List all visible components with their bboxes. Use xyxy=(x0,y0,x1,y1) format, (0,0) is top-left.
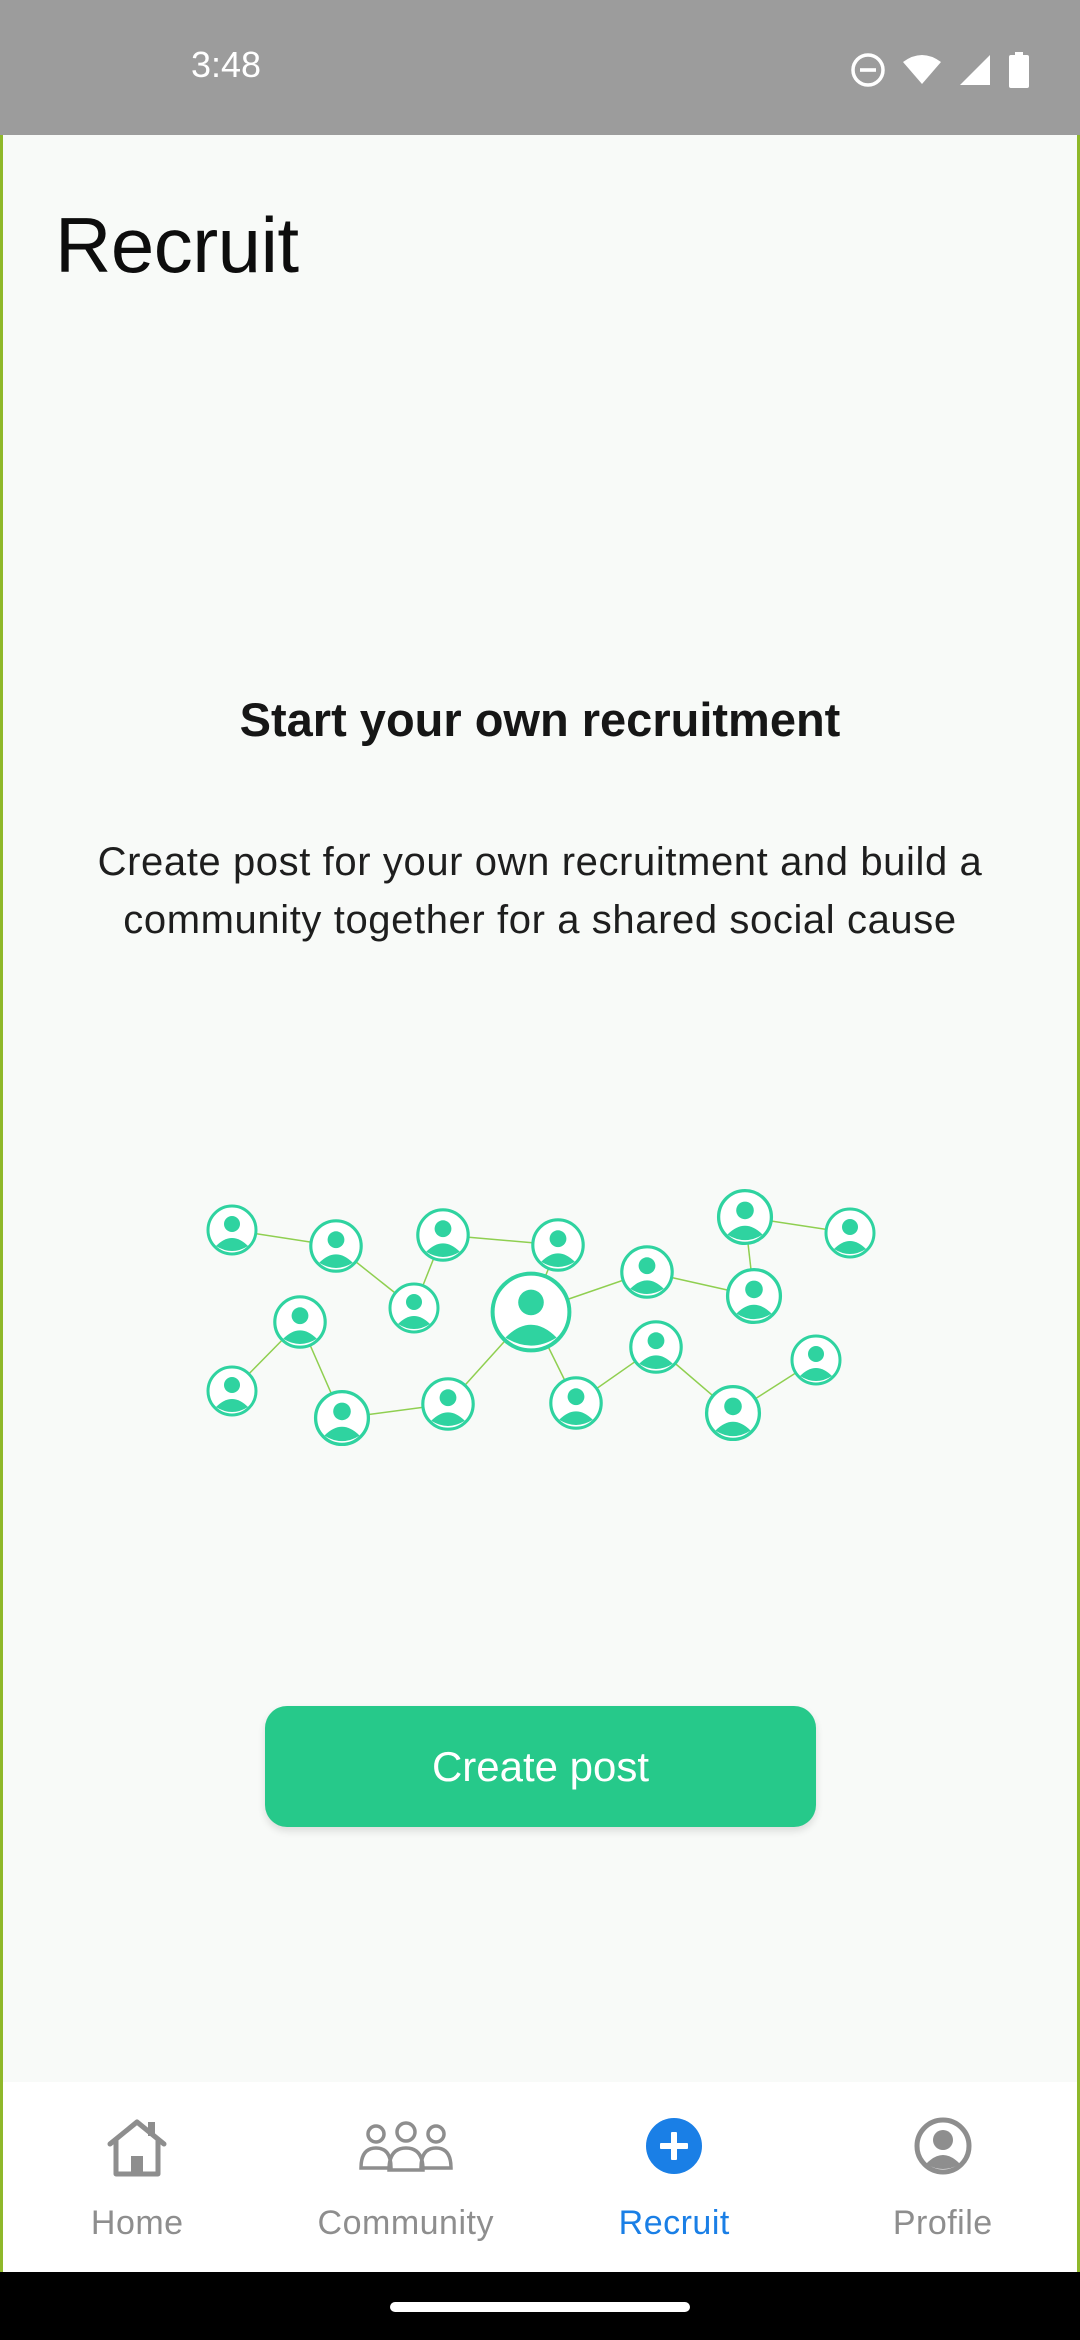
nav-item-profile[interactable]: Profile xyxy=(809,2082,1078,2272)
status-time: 3:48 xyxy=(191,44,262,85)
network-nodes xyxy=(206,1188,876,1447)
create-post-button[interactable]: Create post xyxy=(265,1706,816,1827)
system-gesture-bar xyxy=(0,2272,1080,2340)
app-screen xyxy=(0,0,1080,2272)
add-circle-icon xyxy=(646,2118,703,2174)
home-gesture-handle[interactable] xyxy=(390,2302,690,2312)
status-bar: 3:48 xyxy=(0,0,1080,135)
community-network-illustration xyxy=(206,1188,876,1447)
cellular-signal-icon xyxy=(960,55,990,85)
home-icon xyxy=(107,2119,167,2177)
battery-icon xyxy=(1009,52,1029,88)
nav-label-community: Community xyxy=(317,2204,494,2242)
community-icon xyxy=(358,2121,453,2172)
page-title: Recruit xyxy=(55,201,299,289)
nav-label-home: Home xyxy=(90,2204,184,2242)
do-not-disturb-icon xyxy=(851,53,885,87)
profile-icon xyxy=(914,2117,972,2175)
headline: Start your own recruitment xyxy=(239,693,841,746)
description: Create post for your own recruitment and… xyxy=(97,840,983,942)
nav-item-recruit[interactable]: Recruit xyxy=(540,2082,809,2272)
bottom-navigation: Home Community Recruit Profile xyxy=(3,2082,1077,2272)
wifi-icon xyxy=(903,55,941,84)
nav-label-recruit: Recruit xyxy=(618,2204,730,2242)
nav-item-home[interactable]: Home xyxy=(3,2082,272,2272)
nav-label-profile: Profile xyxy=(892,2204,993,2242)
nav-item-community[interactable]: Community xyxy=(272,2082,541,2272)
status-icons xyxy=(850,50,1030,90)
